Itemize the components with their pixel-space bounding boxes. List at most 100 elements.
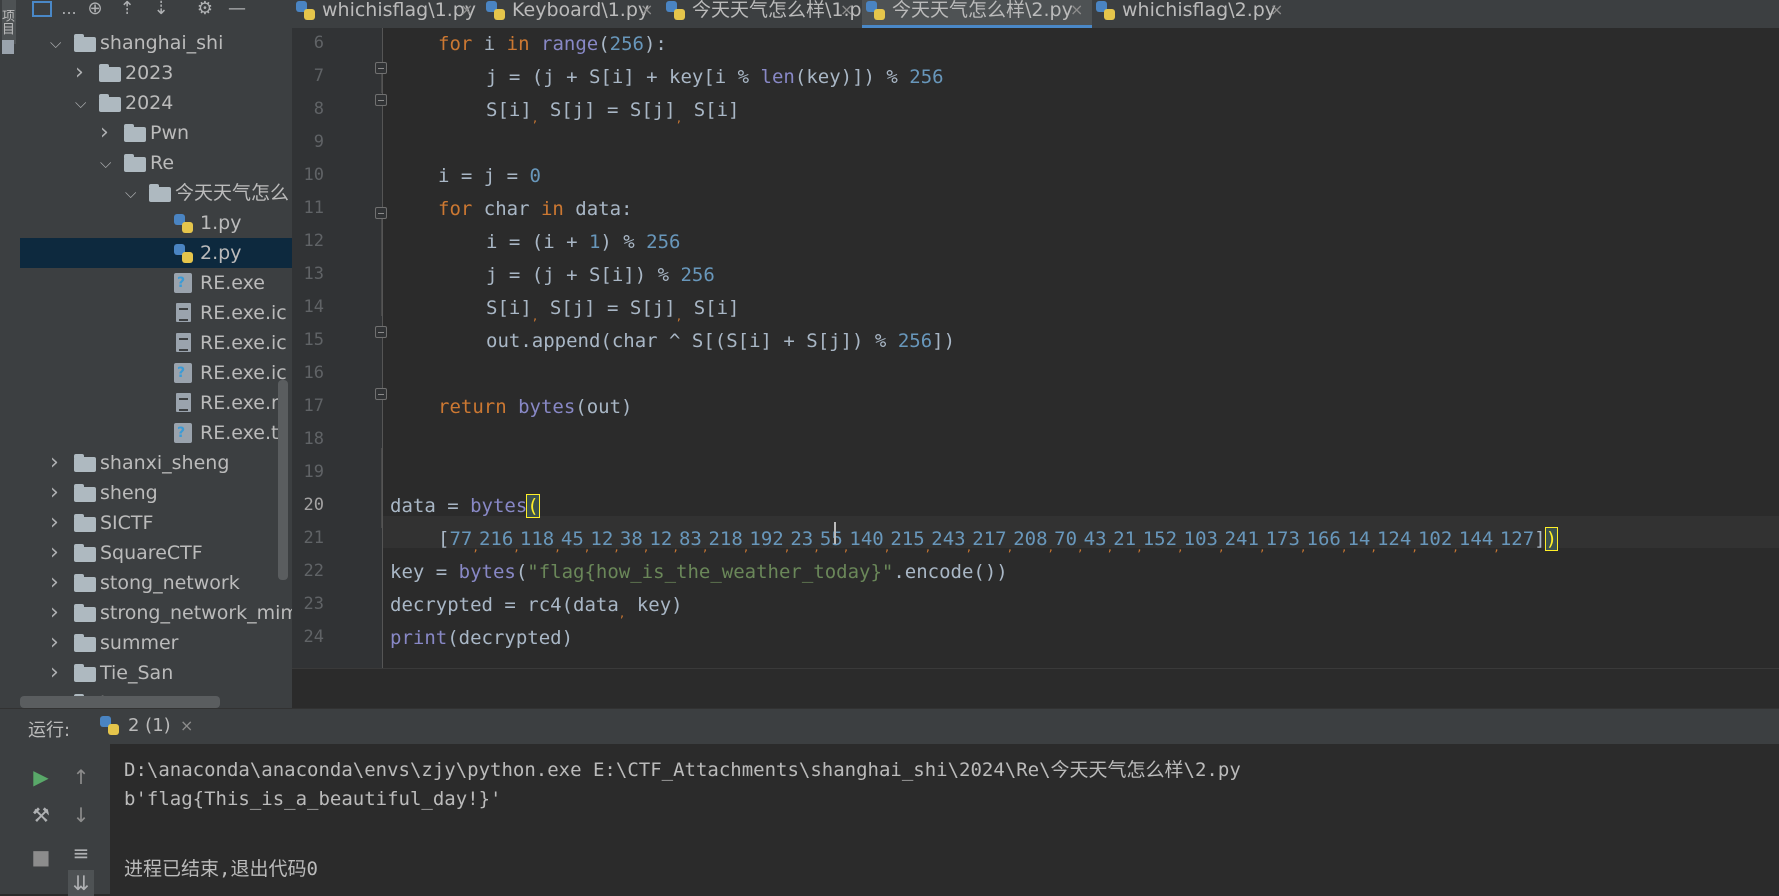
chevron-down-icon[interactable]: ⌵ <box>125 178 139 208</box>
chevron-right-icon[interactable]: › <box>50 448 64 478</box>
fold-marker[interactable] <box>375 94 387 106</box>
tree-horizontal-scrollbar[interactable] <box>20 696 220 708</box>
tree-scrollbar[interactable] <box>278 380 288 580</box>
keyword-token: for <box>438 198 473 220</box>
chevron-right-icon[interactable]: › <box>100 118 114 148</box>
gear-icon[interactable]: ⚙ <box>194 0 216 20</box>
editor-tab[interactable]: whichisflag\2.py × <box>1092 0 1292 28</box>
tree-item-label: Re <box>150 152 175 174</box>
line-number: 9 <box>313 132 324 152</box>
chevron-right-icon[interactable]: › <box>50 538 64 568</box>
number-token: 218 <box>708 528 743 550</box>
fold-marker[interactable] <box>375 388 387 400</box>
run-tool-header: 运行: 2 (1) × <box>0 708 1779 745</box>
code-token: j = (j + S[i] + key[i % <box>486 66 761 88</box>
tree-item[interactable]: RE.exe.ic <box>20 328 292 358</box>
line-number: 22 <box>303 561 324 581</box>
tree-item-label: shanghai_shi <box>100 32 224 54</box>
tree-item[interactable]: RE.exe.n <box>20 388 292 418</box>
stop-icon[interactable]: ■ <box>28 844 54 870</box>
chevron-right-icon[interactable]: › <box>50 568 64 598</box>
tree-item[interactable]: › SICTF <box>20 508 292 538</box>
chevron-right-icon[interactable]: › <box>50 598 64 628</box>
code-line: i = (i + 1) % 256 <box>486 226 681 259</box>
tree-item[interactable]: › Tie_San <box>20 658 292 688</box>
tree-item[interactable]: › summer <box>20 628 292 658</box>
folder-icon <box>74 34 96 52</box>
tree-item[interactable]: › SquareCTF <box>20 538 292 568</box>
tree-item[interactable]: ⌵ Re <box>20 148 292 178</box>
collapse-all-icon[interactable]: ⇣ <box>150 0 172 20</box>
editor-tab[interactable]: 今天天气怎么样\1.py × <box>662 0 873 28</box>
code-token: j = (j + S[i]) % <box>486 264 681 286</box>
rerun-icon[interactable]: ▶ <box>28 764 54 790</box>
tree-item[interactable]: ? RE.exe.ti <box>20 418 292 448</box>
up-arrow-icon[interactable]: ↑ <box>68 764 94 790</box>
structure-icon[interactable] <box>2 40 14 54</box>
tree-item[interactable]: › stong_network <box>20 568 292 598</box>
chevron-right-icon[interactable]: › <box>50 508 64 538</box>
tree-item[interactable]: ? RE.exe <box>20 268 292 298</box>
folder-icon <box>74 664 96 682</box>
locate-icon[interactable]: ⊕ <box>84 0 106 20</box>
tree-item[interactable]: 2.py <box>20 238 292 268</box>
comma-token: , <box>554 541 561 554</box>
chevron-right-icon[interactable]: › <box>75 58 89 88</box>
tab-label: whichisflag\1.py <box>322 0 477 21</box>
tree-item-label: SquareCTF <box>100 542 203 564</box>
code-token: (out) <box>575 396 633 418</box>
chevron-right-icon[interactable]: › <box>50 658 64 688</box>
number-token: 14 <box>1347 528 1371 550</box>
line-number: 14 <box>303 297 324 317</box>
tree-item[interactable]: › 2023 <box>20 58 292 88</box>
expand-all-icon[interactable]: ⇡ <box>116 0 138 20</box>
tree-item[interactable]: 1.py <box>20 208 292 238</box>
tree-item[interactable]: ⌵ 2024 <box>20 88 292 118</box>
soft-wrap-icon[interactable]: ≡ <box>68 840 94 866</box>
hide-icon[interactable]: — <box>226 0 248 20</box>
scroll-to-end-icon[interactable]: ⇊ <box>68 870 94 896</box>
tree-item[interactable]: › shanxi_sheng <box>20 448 292 478</box>
chevron-down-icon[interactable]: ⌵ <box>100 148 114 178</box>
tree-item[interactable]: ? RE.exe.ic <box>20 358 292 388</box>
project-view-icon[interactable] <box>32 1 52 17</box>
chevron-down-icon[interactable]: ⌵ <box>75 88 89 118</box>
close-icon[interactable]: × <box>640 0 653 21</box>
editor-tab[interactable]: 今天天气怎么样\2.py × <box>862 0 1092 28</box>
chevron-right-icon[interactable]: › <box>50 478 64 508</box>
editor-tab[interactable]: Keyboard\1.py × <box>482 0 662 28</box>
number-token: 12 <box>649 528 673 550</box>
close-icon[interactable]: × <box>1070 0 1083 21</box>
chevron-down-icon[interactable]: ⌵ <box>50 28 64 58</box>
tree-item-label: 今天天气怎么 <box>175 182 290 204</box>
tree-item-label: RE.exe.ti <box>200 422 284 444</box>
close-icon[interactable]: × <box>460 0 473 21</box>
number-token: 83 <box>678 528 702 550</box>
close-icon[interactable]: × <box>180 716 193 735</box>
close-icon[interactable]: × <box>1270 0 1283 21</box>
run-console[interactable]: D:\anaconda\anaconda\envs\zjy\python.exe… <box>110 744 1779 894</box>
tree-item[interactable]: ⌵ shanghai_shi <box>20 28 292 58</box>
editor-tab[interactable]: whichisflag\1.py × <box>292 0 482 28</box>
tree-item[interactable]: RE.exe.ic <box>20 298 292 328</box>
tree-item[interactable]: › Pwn <box>20 118 292 148</box>
tree-item[interactable]: › strong_network_mim <box>20 598 292 628</box>
close-icon[interactable]: × <box>840 0 853 21</box>
line-number: 6 <box>313 33 324 53</box>
fold-marker[interactable] <box>375 62 387 74</box>
builtin-token: range <box>541 33 599 55</box>
fold-marker[interactable] <box>375 326 387 338</box>
wrench-icon[interactable]: ⚒ <box>28 802 54 828</box>
tree-item[interactable]: ⌵ 今天天气怎么 <box>20 178 292 208</box>
fold-marker[interactable] <box>375 207 387 219</box>
tree-item[interactable]: › sheng <box>20 478 292 508</box>
comma-token: , <box>1258 541 1266 554</box>
down-arrow-icon[interactable]: ↓ <box>68 802 94 828</box>
chevron-right-icon[interactable]: › <box>50 628 64 658</box>
code-editor[interactable]: 6 7 8 9 10 11 12 13 14 15 16 17 18 19 20 21 22 23 24 for i… <box>292 28 1779 673</box>
project-tool-window-button[interactable]: 项目 <box>0 0 16 44</box>
project-dropdown[interactable]: ... <box>58 0 80 20</box>
number-token: 127 <box>1499 528 1535 550</box>
tree-item-label: RE.exe <box>200 272 265 294</box>
code-token: i = j = <box>438 165 530 187</box>
